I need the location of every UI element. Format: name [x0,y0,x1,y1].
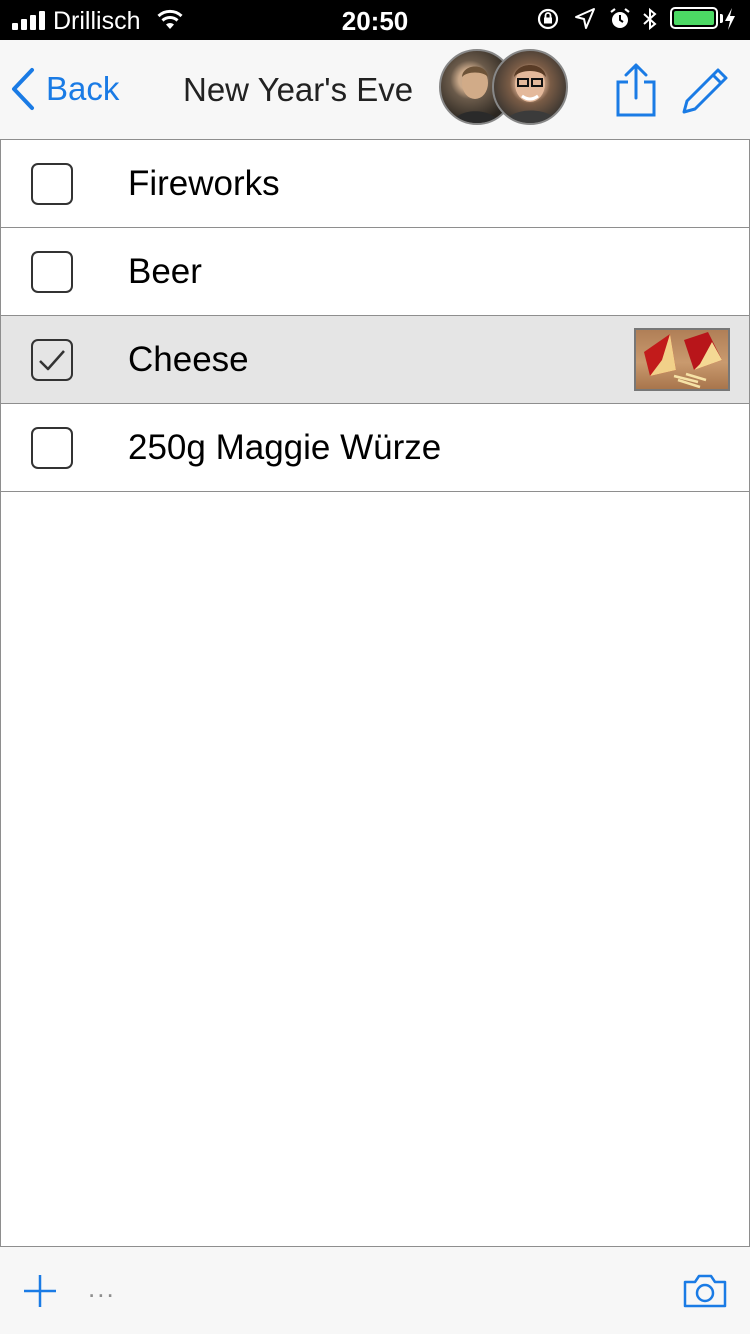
item-label: Beer [128,252,202,291]
item-label: Fireworks [128,164,280,203]
cheese-photo [644,332,722,389]
rotation-lock-icon [537,8,559,30]
shopping-list: Fireworks Beer Cheese 250g Maggie Würze [0,140,750,492]
checkmark-icon [39,350,65,371]
more-button[interactable]: ... [88,1273,116,1304]
list-item[interactable]: Beer [0,228,750,316]
battery-nub [720,14,723,23]
status-icons [536,7,736,33]
battery-level-fill [674,11,714,25]
bluetooth-icon [643,7,657,31]
item-photo-thumbnail[interactable] [634,328,730,391]
checkbox[interactable] [31,251,73,293]
list-item[interactable]: Fireworks [0,140,750,228]
list-title: New Year's Eve [183,71,414,108]
avatar[interactable] [492,49,568,125]
list-item[interactable]: Cheese [0,316,750,404]
item-label: 250g Maggie Würze [128,428,442,467]
location-icon [575,8,595,29]
alarm-icon [610,8,630,28]
camera-icon[interactable] [682,1273,728,1309]
back-label: Back [46,70,120,107]
checkbox-checked[interactable] [31,339,73,381]
checkbox[interactable] [31,163,73,205]
charging-bolt-icon [725,8,735,30]
item-label: Cheese [128,340,249,379]
list-item[interactable]: 250g Maggie Würze [0,404,750,492]
chevron-left-icon [12,68,34,110]
navigation-bar: Back New Year's Eve [0,40,750,140]
plus-icon[interactable] [22,1273,58,1309]
status-bar: Drillisch 20:50 [0,0,750,40]
battery-icon [670,7,718,29]
back-button[interactable]: Back [10,66,119,112]
checkbox[interactable] [31,427,73,469]
pencil-icon[interactable] [680,64,730,116]
left-border [0,140,1,1334]
person-photo [503,65,559,123]
share-icon[interactable] [614,62,658,118]
bottom-toolbar: ... [0,1246,750,1334]
